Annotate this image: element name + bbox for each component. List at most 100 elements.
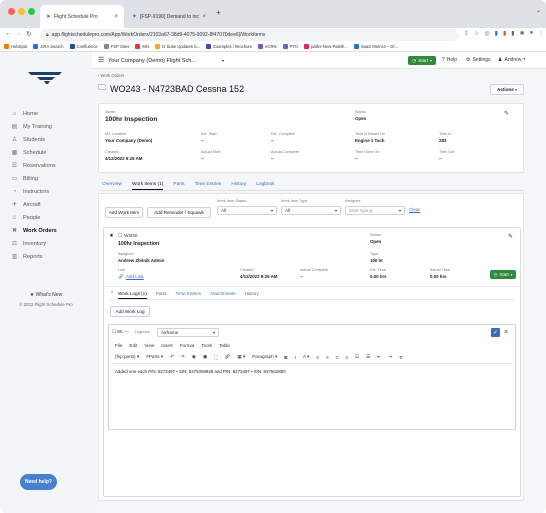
preview-icon[interactable]: ◉ bbox=[192, 354, 196, 360]
tab-time-entries[interactable]: Time Entries bbox=[176, 291, 202, 299]
extension-icon[interactable]: ▮ bbox=[503, 30, 506, 37]
bookmark[interactable]: FSP Sites bbox=[103, 44, 129, 49]
logbook-select[interactable]: Airframe ▾ bbox=[157, 328, 219, 337]
menu-file[interactable]: File bbox=[115, 343, 122, 348]
tab-history[interactable]: History bbox=[245, 291, 259, 299]
sidebar-item-schedule[interactable]: ▦ Schedule bbox=[0, 146, 92, 159]
close-tab-icon[interactable]: × bbox=[202, 14, 206, 20]
clear-filters-link[interactable]: Clear bbox=[409, 207, 420, 212]
align-center-icon[interactable]: ≡ bbox=[326, 355, 329, 360]
editor-body[interactable]: Added one each P/N: 8273497 • S/N: 83754… bbox=[111, 363, 513, 429]
menu-format[interactable]: Format bbox=[180, 343, 195, 348]
edit-pencil-icon[interactable]: ✎ bbox=[504, 110, 509, 117]
type-filter-select[interactable]: All ▾ bbox=[281, 206, 341, 215]
browser-tab-active[interactable]: ➤ Flight Schedule Pro × bbox=[40, 5, 124, 28]
align-left-icon[interactable]: ≡ bbox=[316, 355, 319, 360]
actions-button[interactable]: Actions ▾ bbox=[490, 84, 524, 95]
chevron-down-icon[interactable]: ⌄ bbox=[536, 7, 541, 14]
edit-pencil-icon[interactable]: ✎ bbox=[508, 233, 513, 240]
star-icon[interactable]: ☆ bbox=[474, 30, 479, 37]
bookmark[interactable]: paths-New-Paleth... bbox=[304, 44, 348, 49]
extension-icon[interactable]: ◎ bbox=[484, 30, 489, 37]
menu-edit[interactable]: Edit bbox=[129, 343, 137, 348]
bookmark[interactable]: Confluence bbox=[69, 44, 98, 49]
menu-table[interactable]: Table bbox=[219, 343, 230, 348]
sidebar-item-work-orders[interactable]: ✖ Work Orders bbox=[0, 224, 92, 237]
bookmark[interactable]: JIRA Search bbox=[33, 44, 64, 49]
tab-time-entries[interactable]: Time Entries bbox=[195, 182, 222, 190]
minimize-window-icon[interactable] bbox=[18, 8, 25, 15]
status-filter-select[interactable]: All ▾ bbox=[217, 206, 277, 215]
sidebar-item-reservations[interactable]: ☰ Reservations bbox=[0, 159, 92, 172]
bookmark[interactable]: Examples / Brochure bbox=[206, 44, 252, 49]
add-work-item-button[interactable]: Add Work Item bbox=[105, 207, 143, 218]
help-link[interactable]: ? Help bbox=[442, 57, 457, 63]
need-help-button[interactable]: Need help? bbox=[20, 474, 57, 490]
share-icon[interactable]: ⇪ bbox=[464, 30, 469, 37]
checkbox-icon[interactable]: ☐ bbox=[118, 233, 122, 239]
tab-overview[interactable]: Overview bbox=[102, 182, 122, 190]
assignee-input[interactable]: Start typing ▾ bbox=[345, 206, 405, 215]
forward-icon[interactable]: → bbox=[15, 30, 22, 37]
company-select[interactable]: Your Company (Demo) Flight Sch... ▾ bbox=[108, 55, 224, 66]
add-link-button[interactable]: 🔗︎ Add Link bbox=[118, 274, 144, 280]
close-window-icon[interactable] bbox=[8, 8, 15, 15]
sidebar-item-home[interactable]: ⌂ Home bbox=[0, 107, 92, 120]
browser-tab[interactable]: ✦ [FSP-9190] Demand to include × bbox=[126, 5, 212, 28]
tab-logbook[interactable]: Logbook bbox=[256, 182, 274, 190]
tag-dropdown[interactable]: {fsp:parts} ▾ bbox=[115, 354, 139, 360]
redo-icon[interactable]: ↷ bbox=[181, 354, 185, 360]
bookmark[interactable]: PTO bbox=[282, 44, 298, 49]
sidebar-item-inventory[interactable]: ⚖ Inventory bbox=[0, 237, 92, 250]
fsp-logo-icon[interactable] bbox=[28, 70, 62, 84]
tab-work-logs-1[interactable]: Work Logs (1) bbox=[118, 291, 147, 299]
url-bar[interactable]: 🔒︎ app.flightschedulepro.com/App/WorkOrd… bbox=[40, 29, 458, 41]
settings-link[interactable]: ⚙ Settings bbox=[466, 57, 491, 63]
parts-dropdown[interactable]: #Parts ▾ bbox=[146, 354, 163, 360]
text-color-icon[interactable]: A ▾ bbox=[303, 354, 309, 360]
user-menu[interactable]: ♟ Andrew ▾ bbox=[498, 57, 525, 63]
extension-icon[interactable]: ▮ bbox=[495, 30, 498, 37]
sidebar-item-aircraft[interactable]: ✈ Aircraft bbox=[0, 198, 92, 211]
menu-icon[interactable]: ⋮ bbox=[538, 30, 544, 37]
fullscreen-icon[interactable]: ⛶ bbox=[214, 355, 217, 360]
bold-icon[interactable]: B bbox=[284, 355, 287, 360]
bookmark[interactable]: SaaS Metrics – Dr... bbox=[353, 44, 398, 49]
paragraph-dropdown[interactable]: Paragraph ▾ bbox=[252, 354, 277, 360]
tab-parts[interactable]: Parts bbox=[173, 182, 184, 190]
cancel-icon[interactable]: × bbox=[504, 328, 508, 337]
hamburger-icon[interactable]: ☰ bbox=[98, 56, 104, 64]
bookmark[interactable]: Mrs bbox=[135, 44, 149, 49]
bullet-list-icon[interactable]: ☷ bbox=[355, 354, 359, 360]
close-tab-icon[interactable]: × bbox=[114, 14, 118, 20]
sidebar-item-billing[interactable]: ▭ Billing bbox=[0, 172, 92, 185]
new-tab-button[interactable]: + bbox=[216, 8, 221, 17]
bookmark[interactable]: eCRN bbox=[258, 44, 277, 49]
add-reminder-button[interactable]: Add Reminder / Squawk bbox=[147, 207, 211, 218]
save-check-button[interactable]: ✓ bbox=[491, 328, 500, 337]
whats-new-link[interactable]: ★ What's New bbox=[0, 292, 92, 298]
menu-tools[interactable]: Tools bbox=[201, 343, 212, 348]
back-icon[interactable]: ← bbox=[5, 30, 12, 37]
drag-handle-icon[interactable]: ⏸ bbox=[110, 233, 113, 240]
reload-icon[interactable]: ↻ bbox=[26, 30, 32, 38]
tab-work-items-1[interactable]: Work Items (1) bbox=[132, 182, 164, 190]
clear-format-icon[interactable]: T̸ bbox=[399, 355, 402, 360]
add-work-log-button[interactable]: Add Work Log bbox=[110, 306, 150, 317]
breadcrumb[interactable]: ‹ Work Orders bbox=[98, 73, 124, 78]
menu-view[interactable]: View bbox=[144, 343, 154, 348]
menu-insert[interactable]: Insert bbox=[161, 343, 173, 348]
undo-icon[interactable]: ↶ bbox=[170, 354, 174, 360]
extension-icon[interactable]: ▮ bbox=[511, 30, 514, 37]
bookmark[interactable]: D Suite Updates S... bbox=[155, 44, 200, 49]
italic-icon[interactable]: I bbox=[295, 355, 296, 360]
puzzle-icon[interactable]: ✱ bbox=[520, 30, 525, 37]
sidebar-item-students[interactable]: ♙ Students bbox=[0, 133, 92, 146]
bookmark[interactable]: HubSpot bbox=[4, 44, 27, 49]
align-right-icon[interactable]: ≡ bbox=[336, 355, 339, 360]
sidebar-item-reports[interactable]: ▥ Reports bbox=[0, 250, 92, 263]
justify-icon[interactable]: ≡ bbox=[345, 355, 348, 360]
work-item-start-button[interactable]: ◷ Start ▾ bbox=[490, 270, 516, 279]
numbered-list-icon[interactable]: ☰ bbox=[366, 354, 370, 360]
sidebar-item-instructors[interactable]: ◔ Instructors bbox=[0, 185, 92, 198]
